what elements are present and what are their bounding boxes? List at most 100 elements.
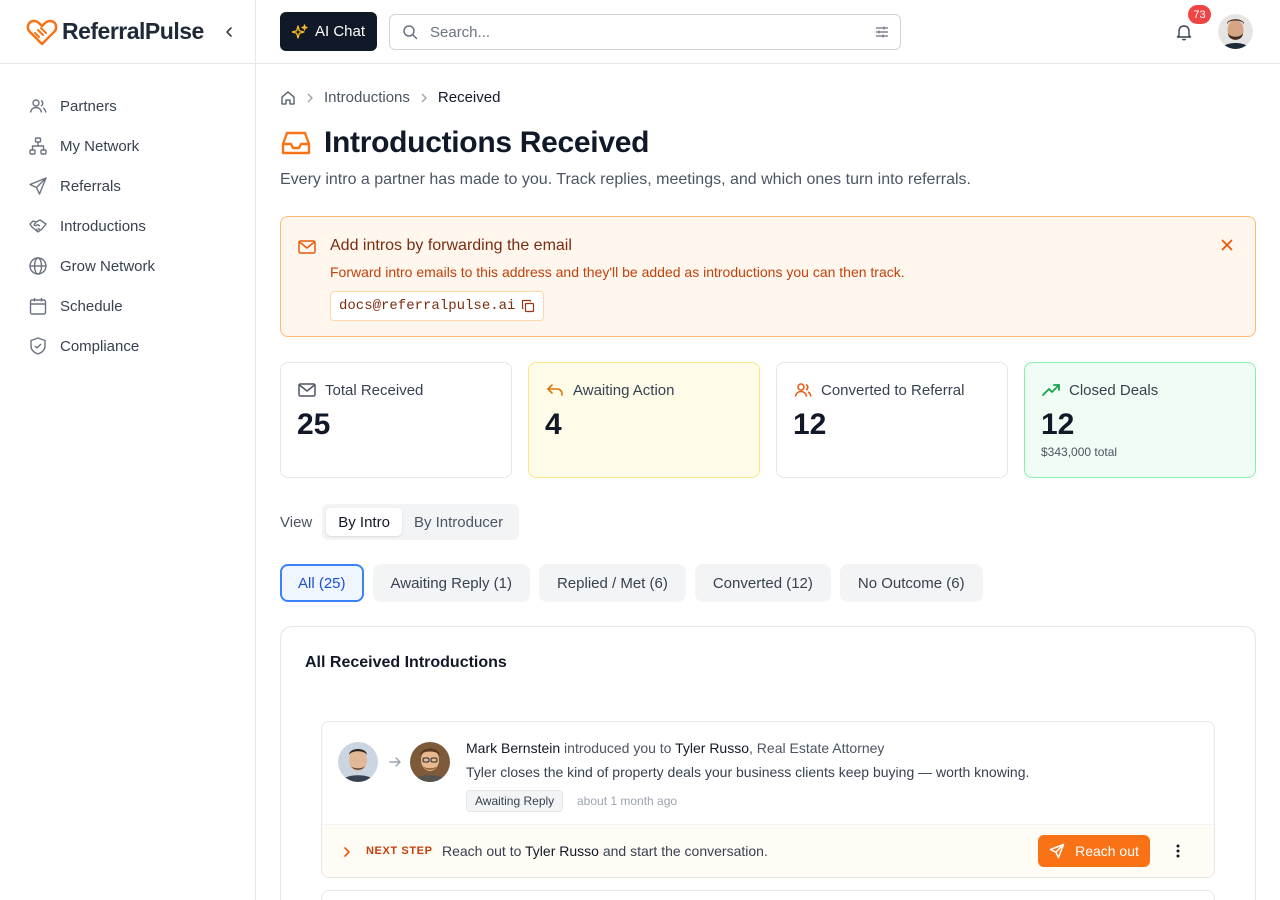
users-icon [29, 99, 47, 113]
handshake-icon [29, 219, 47, 233]
filter-no-outcome[interactable]: No Outcome (6) [839, 564, 983, 602]
introducer-avatar[interactable] [338, 742, 378, 782]
introduction-item[interactable] [321, 890, 1215, 900]
logo-icon [26, 19, 58, 45]
stat-label: Awaiting Action [573, 381, 675, 399]
chevron-right-icon[interactable] [340, 845, 354, 859]
reach-out-label: Reach out [1075, 843, 1139, 859]
sliders-icon[interactable] [874, 24, 890, 40]
stat-label: Total Received [325, 381, 424, 399]
close-icon[interactable] [1219, 237, 1235, 253]
sidebar: ReferralPulse Partners My Network Referr… [0, 0, 256, 900]
sidebar-item-label: Schedule [60, 297, 123, 315]
forward-email-address[interactable]: docs@referralpulse.ai [330, 291, 545, 321]
filter-awaiting-reply[interactable]: Awaiting Reply (1) [372, 564, 530, 602]
page-header: Introductions Received [280, 126, 649, 160]
sidebar-nav: Partners My Network Referrals Introducti… [0, 64, 255, 366]
sidebar-item-my-network[interactable]: My Network [0, 126, 255, 166]
sidebar-item-label: Partners [60, 97, 117, 115]
stat-header: Closed Deals [1041, 380, 1158, 400]
next-step-text: Reach out to Tyler Russo and start the c… [442, 843, 768, 859]
collapse-sidebar-button[interactable] [219, 22, 239, 42]
stat-card-awaiting-action[interactable]: Awaiting Action 4 [528, 362, 760, 478]
breadcrumb-link-introductions[interactable]: Introductions [324, 89, 410, 106]
filter-replied-met[interactable]: Replied / Met (6) [538, 564, 686, 602]
stats-row: Total Received 25 Awaiting Action 4 Conv… [280, 362, 1256, 478]
sidebar-item-referrals[interactable]: Referrals [0, 166, 255, 206]
filter-all[interactable]: All (25) [280, 564, 364, 602]
sidebar-item-partners[interactable]: Partners [0, 86, 255, 126]
stat-card-total-received[interactable]: Total Received 25 [280, 362, 512, 478]
stat-value: 25 [297, 408, 331, 441]
stat-card-closed-deals[interactable]: Closed Deals 12 $343,000 total [1024, 362, 1256, 478]
copy-icon[interactable] [521, 299, 535, 313]
view-by-intro-button[interactable]: By Intro [326, 508, 402, 536]
introducer-name[interactable]: Mark Bernstein [466, 740, 560, 756]
contact-name[interactable]: Tyler Russo [675, 740, 749, 756]
sidebar-item-label: Grow Network [60, 257, 156, 275]
stat-value: 12 [793, 408, 827, 441]
intro-summary: Mark Bernstein introduced you to Tyler R… [466, 740, 884, 756]
next-step-bar: NEXT STEP Reach out to Tyler Russo and s… [322, 824, 1214, 877]
sidebar-item-grow-network[interactable]: Grow Network [0, 246, 255, 286]
mail-icon [298, 240, 316, 254]
send-icon [1049, 843, 1065, 859]
sidebar-item-label: Referrals [60, 177, 121, 195]
email-address-text: docs@referralpulse.ai [339, 298, 516, 314]
calendar-icon [29, 298, 47, 315]
stat-label: Closed Deals [1069, 381, 1159, 399]
shield-icon [30, 337, 46, 355]
sidebar-item-schedule[interactable]: Schedule [0, 286, 255, 326]
stat-header: Awaiting Action [545, 380, 674, 400]
sidebar-item-introductions[interactable]: Introductions [0, 206, 255, 246]
network-icon [29, 137, 47, 155]
status-filters: All (25) Awaiting Reply (1) Replied / Me… [280, 564, 983, 602]
stat-value: 4 [545, 408, 562, 441]
users-icon [794, 383, 812, 397]
contact-role: , Real Estate Attorney [749, 740, 885, 756]
user-avatar[interactable] [1218, 14, 1253, 49]
top-bar: AI Chat 73 [256, 0, 1280, 64]
view-toggle: By Intro By Introducer [322, 504, 520, 540]
search-input[interactable] [430, 23, 850, 41]
bell-icon[interactable] [1174, 22, 1194, 42]
ai-chat-button[interactable]: AI Chat [280, 12, 377, 51]
reach-out-button[interactable]: Reach out [1038, 835, 1150, 867]
chevron-right-icon [421, 93, 427, 102]
brand-name: ReferralPulse [62, 18, 204, 44]
mail-icon [298, 383, 316, 397]
card-title: All Received Introductions [305, 654, 507, 671]
introduction-item[interactable]: Mark Bernstein introduced you to Tyler R… [321, 721, 1215, 878]
home-icon[interactable] [280, 90, 296, 106]
breadcrumb-current: Received [437, 89, 501, 106]
stat-header: Converted to Referral [793, 380, 964, 400]
arrow-right-icon [389, 757, 401, 767]
page-title: Introductions Received [324, 126, 650, 159]
search-icon [403, 25, 418, 40]
chevron-left-icon [226, 27, 232, 37]
intro-description: Tyler closes the kind of property deals … [466, 764, 1030, 780]
sidebar-item-compliance[interactable]: Compliance [0, 326, 255, 366]
stat-label: Converted to Referral [821, 381, 965, 399]
more-vertical-icon[interactable] [1170, 843, 1186, 859]
view-label: View [280, 513, 313, 531]
stat-value: 12 [1041, 408, 1075, 441]
introductions-card: All Received Introductions Mark Bernstei… [280, 626, 1256, 900]
avatar-image [338, 742, 378, 782]
reply-icon [547, 384, 563, 396]
banner-text: Forward intro emails to this address and… [330, 264, 905, 280]
avatar-image [1218, 14, 1253, 49]
sparkles-icon [291, 23, 308, 39]
page-subtitle: Every intro a partner has made to you. T… [280, 171, 971, 188]
contact-avatar[interactable] [410, 742, 450, 782]
stat-card-converted[interactable]: Converted to Referral 12 [776, 362, 1008, 478]
ai-chat-label: AI Chat [314, 23, 366, 40]
trending-up-icon [1042, 384, 1060, 396]
notification-badge: 73 [1188, 5, 1211, 24]
view-switcher: View By Intro By Introducer [280, 504, 520, 540]
chevron-right-icon [307, 93, 313, 102]
view-by-introducer-button[interactable]: By Introducer [402, 508, 515, 536]
next-step-suffix: and start the conversation. [602, 843, 768, 859]
next-step-label: NEXT STEP [366, 845, 433, 857]
filter-converted[interactable]: Converted (12) [694, 564, 831, 602]
